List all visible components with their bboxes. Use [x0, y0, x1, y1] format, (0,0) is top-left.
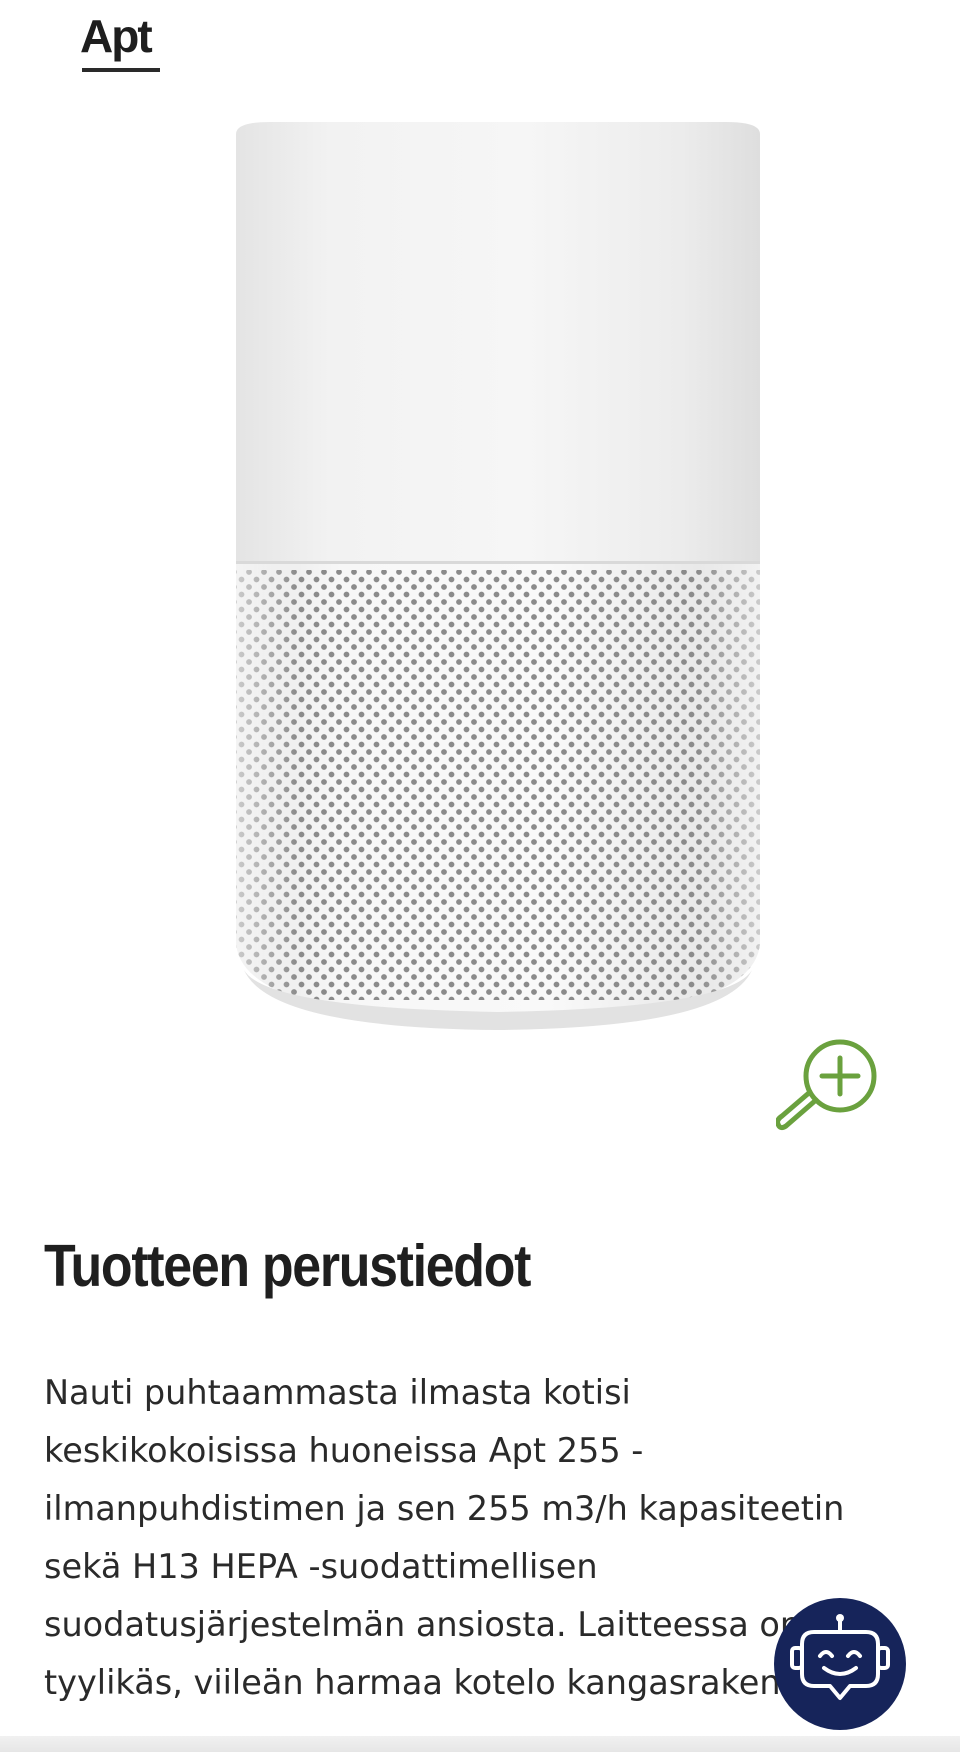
brand-name: Apt — [80, 10, 153, 62]
description-line: sekä H13 HEPA -suodattimellisen — [44, 1547, 598, 1586]
zoom-in-button[interactable] — [775, 1036, 880, 1132]
section-title: Tuotteen perustiedot — [44, 1233, 531, 1299]
brand-underline — [82, 68, 160, 72]
brand-logo[interactable]: Apt — [80, 8, 162, 76]
description-line: Nauti puhtaammasta ilmasta kotisi — [44, 1373, 631, 1412]
bottom-bar — [0, 1736, 960, 1752]
chat-assistant-button[interactable] — [774, 1598, 906, 1730]
product-page: Apt Tuotteen perustiedot Nauti puhtaamma… — [0, 0, 960, 1752]
description-line: keskikokoisissa huoneissa Apt 255 - — [44, 1431, 644, 1470]
chatbot-robot-icon — [790, 1614, 890, 1700]
zoom-in-icon — [775, 1039, 877, 1131]
air-purifier-product-image[interactable] — [230, 118, 766, 1034]
description-line: ilmanpuhdistimen ja sen 255 m3/h kapasit… — [44, 1489, 845, 1528]
